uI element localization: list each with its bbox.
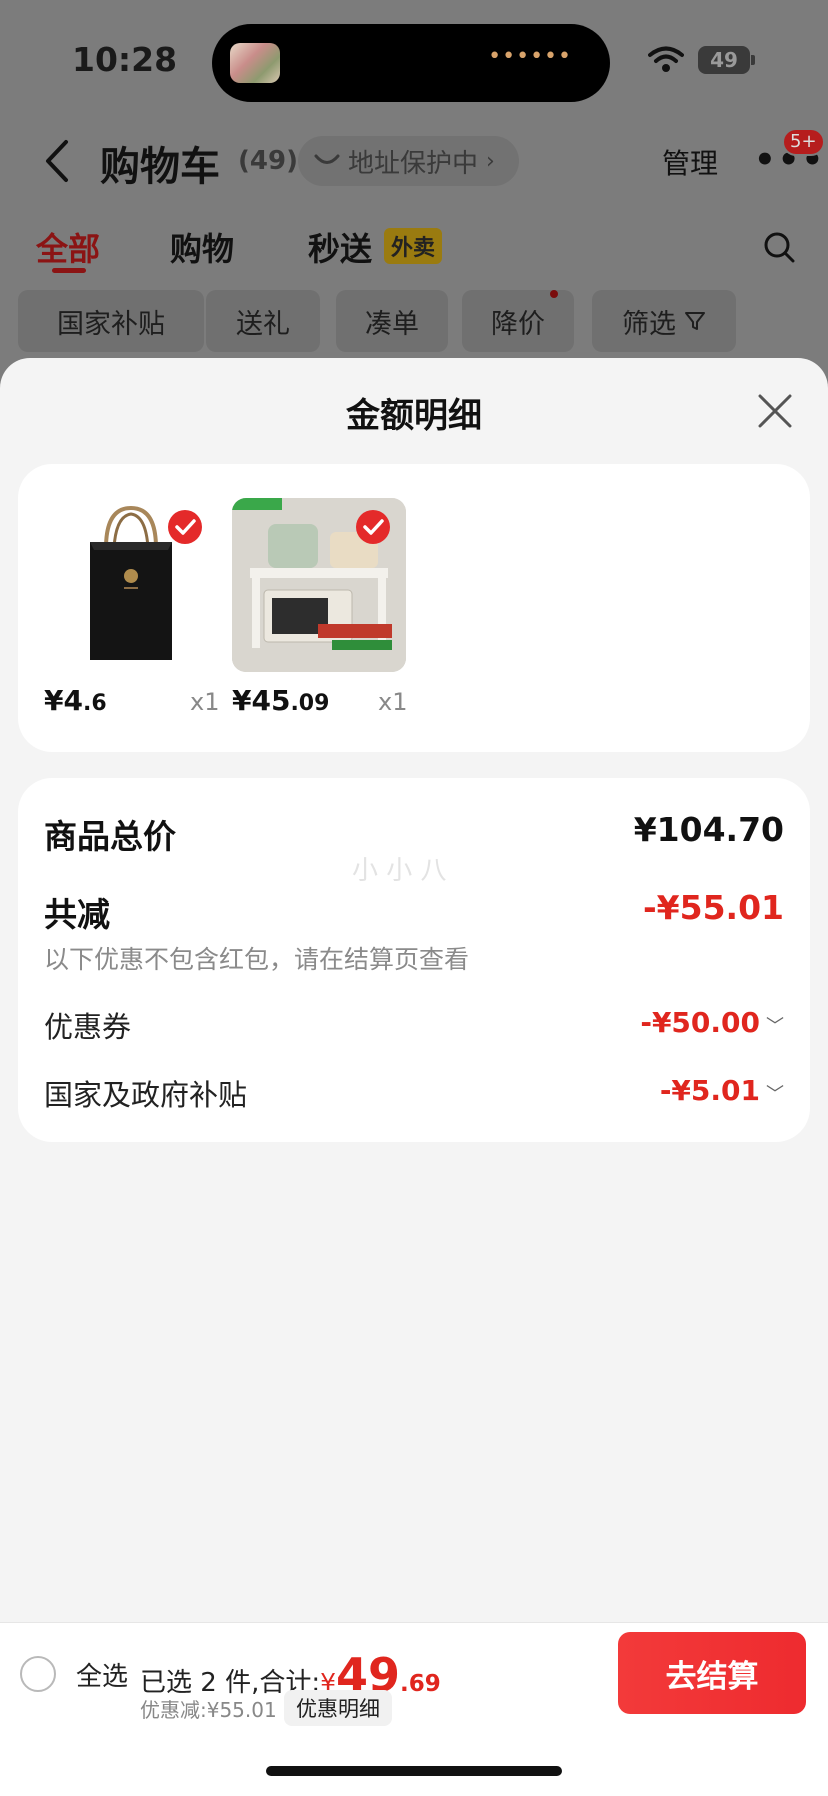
address-label: 地址保护中 xyxy=(348,148,479,179)
page-title: 购物车 xyxy=(100,144,220,190)
filter-gift[interactable]: 送礼 xyxy=(206,290,320,352)
chip-label: 降价 xyxy=(491,308,545,340)
tab-active-underline xyxy=(52,268,86,273)
subsidy-label: 国家及政府补贴 xyxy=(44,1078,248,1112)
search-icon[interactable] xyxy=(762,230,796,264)
message-badge: 5+ xyxy=(782,128,825,156)
chevron-down-icon: ﹀ xyxy=(766,1084,784,1105)
battery-icon: 49 xyxy=(698,46,750,74)
tab-shopping[interactable]: 购物 xyxy=(170,224,234,270)
product-1-qty: x1 xyxy=(190,688,220,716)
chip-label: 凑单 xyxy=(365,308,419,340)
tab-fast-delivery[interactable]: 秒送 xyxy=(308,224,372,270)
total-price-value: ¥104.70 xyxy=(633,810,784,849)
status-time: 10:28 xyxy=(72,40,178,79)
address-protection-chip[interactable]: 地址保护中 › xyxy=(298,136,519,186)
notification-dot xyxy=(550,290,558,298)
subsidy-value: -¥5.01 xyxy=(659,1074,760,1107)
chip-label: 国家补贴 xyxy=(57,308,165,340)
island-dots: •••••• xyxy=(488,44,572,69)
chevron-right-icon: › xyxy=(486,148,495,174)
discount-note: 以下优惠不包含红包，请在结算页查看 xyxy=(44,945,470,974)
product-1-checked[interactable] xyxy=(168,510,202,544)
chip-label: 送礼 xyxy=(236,308,290,340)
chip-label: 筛选 xyxy=(622,308,676,340)
cart-count: (49) xyxy=(238,146,298,176)
checkout-button[interactable]: 去结算 xyxy=(618,1632,806,1714)
tab-all[interactable]: 全部 xyxy=(36,224,100,270)
saved-amount: 优惠减:¥55.01 xyxy=(140,1698,277,1722)
subsidy-value-row[interactable]: -¥5.01 ﹀ xyxy=(660,1074,784,1107)
coupon-value: -¥50.00 xyxy=(640,1006,760,1039)
home-indicator[interactable] xyxy=(266,1766,562,1776)
coupon-label: 优惠券 xyxy=(44,1010,132,1044)
watermark: 小 小 八 xyxy=(352,856,447,886)
total-price-label: 商品总价 xyxy=(44,817,176,856)
smile-icon xyxy=(314,154,340,164)
sheet-title: 金额明细 xyxy=(346,396,482,436)
total-amount-decimal: .69 xyxy=(400,1671,441,1697)
product-2-price: ¥45.09 xyxy=(232,684,330,717)
check-icon xyxy=(175,519,196,535)
island-thumbnail xyxy=(230,43,280,83)
filter-bundle[interactable]: 凑单 xyxy=(336,290,448,352)
close-icon[interactable] xyxy=(756,392,794,430)
discount-value: -¥55.01 xyxy=(642,888,784,927)
battery-nub xyxy=(751,55,755,65)
filter-national-subsidy[interactable]: 国家补贴 xyxy=(18,290,204,352)
filter-screen[interactable]: 筛选 xyxy=(592,290,736,352)
filter-price-drop[interactable]: 降价 xyxy=(462,290,574,352)
coupon-value-row[interactable]: -¥50.00 ﹀ xyxy=(640,1006,784,1039)
chevron-down-icon: ﹀ xyxy=(766,1016,784,1037)
product-2-qty: x1 xyxy=(378,688,408,716)
product-2-checked[interactable] xyxy=(356,510,390,544)
select-all-checkbox[interactable] xyxy=(20,1656,56,1692)
check-icon xyxy=(363,519,384,535)
manage-button[interactable]: 管理 xyxy=(662,142,718,182)
wifi-icon xyxy=(648,46,684,72)
dynamic-island[interactable]: •••••• xyxy=(212,24,610,102)
takeout-badge: 外卖 xyxy=(384,228,443,264)
select-all-label[interactable]: 全选 xyxy=(76,1656,128,1693)
discount-label: 共减 xyxy=(44,895,110,934)
back-arrow-icon[interactable] xyxy=(42,138,72,184)
funnel-icon xyxy=(685,312,705,330)
product-1-price: ¥4.6 xyxy=(44,684,107,717)
discount-detail-button[interactable]: 优惠明细 xyxy=(284,1690,392,1726)
